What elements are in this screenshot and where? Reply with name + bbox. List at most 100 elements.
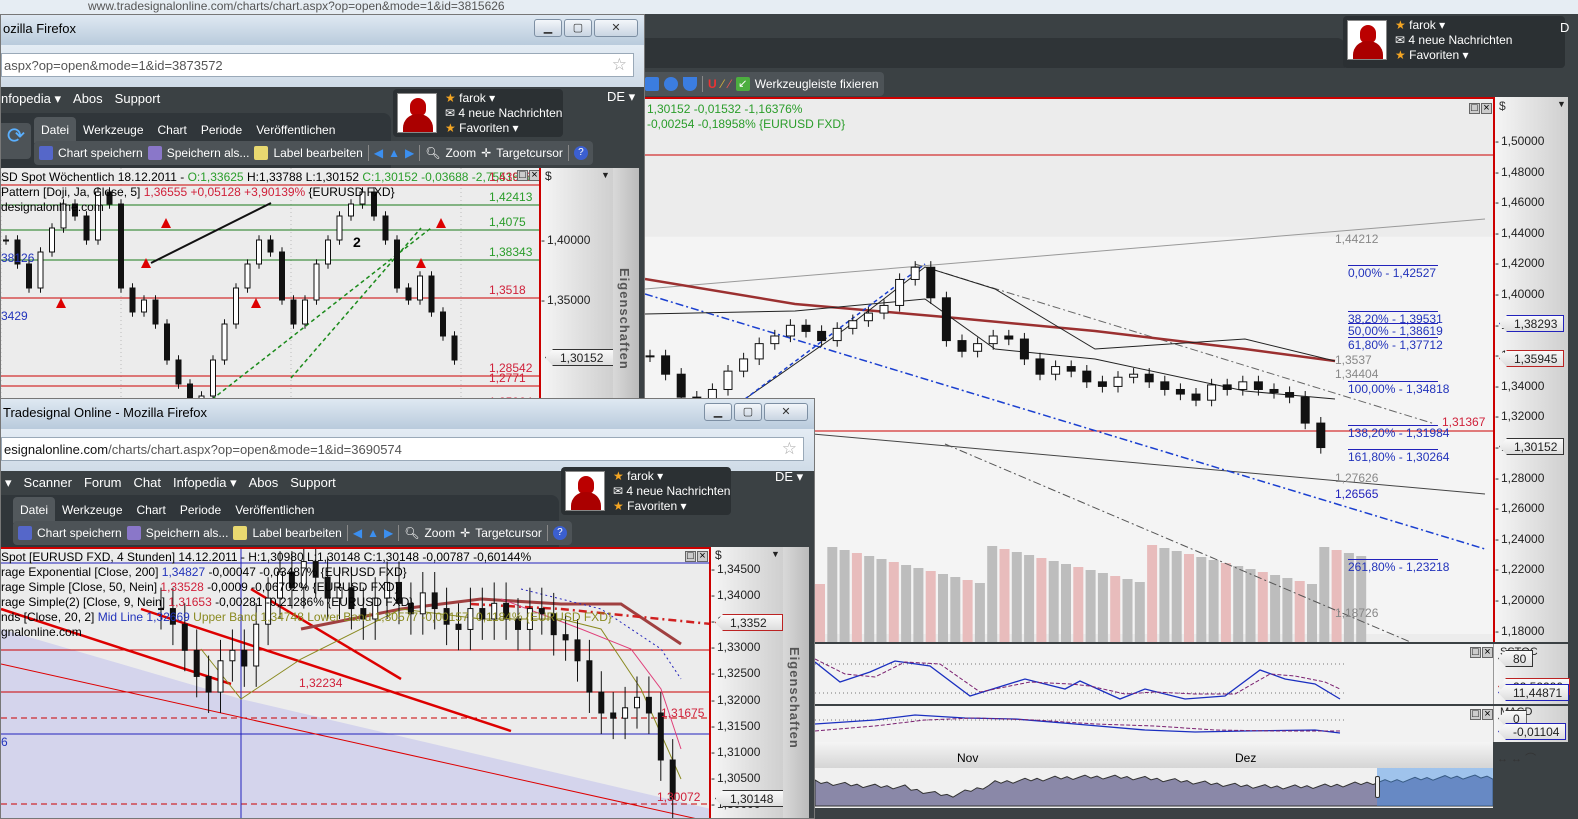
minimize-button[interactable]: ▁ bbox=[534, 19, 562, 37]
help-icon[interactable]: ? bbox=[573, 146, 588, 160]
save-as-button[interactable]: Speichern als... bbox=[146, 526, 229, 540]
axis-dropdown-icon[interactable]: ▼ bbox=[771, 549, 780, 559]
close-pane-button[interactable]: × bbox=[1482, 709, 1493, 720]
favorites-menu[interactable]: Favoriten bbox=[1409, 48, 1459, 62]
tab-chart[interactable]: Chart bbox=[151, 117, 194, 143]
axis-dropdown-icon[interactable]: ▼ bbox=[1557, 99, 1566, 109]
user-menu[interactable]: farok bbox=[627, 469, 654, 483]
language-select[interactable]: DE ▾ bbox=[775, 469, 803, 485]
pin-icon[interactable]: ↙ bbox=[735, 77, 750, 91]
close-pane-button[interactable]: × bbox=[1481, 103, 1492, 114]
weekly-price-axis[interactable]: $▼ 1,40000 1,35000 1,30152 bbox=[541, 168, 615, 399]
language-select[interactable]: D bbox=[1560, 20, 1569, 35]
home-arrow-icon[interactable]: ▲ bbox=[367, 526, 379, 540]
bookmark-star-icon[interactable]: ☆ bbox=[612, 55, 627, 75]
zoom-icon: 🔍︎ bbox=[425, 146, 441, 160]
zoom-button[interactable]: Zoom bbox=[445, 146, 476, 160]
axis-tick: 1,35000 bbox=[541, 293, 590, 307]
maximize-pane-button[interactable]: □ bbox=[1470, 647, 1481, 658]
delete-drawing-icon[interactable]: ⁄ bbox=[729, 77, 731, 91]
avatar[interactable] bbox=[565, 471, 605, 511]
maximize-button[interactable]: ▢ bbox=[734, 403, 762, 421]
maximize-pane-button[interactable]: □ bbox=[685, 551, 696, 562]
navigator-scrollbar[interactable] bbox=[815, 768, 1493, 808]
forward-arrow-icon[interactable]: ▶ bbox=[384, 526, 393, 540]
url-input[interactable]: esignalonline.com/charts/chart.aspx?op=o… bbox=[1, 437, 804, 461]
close-button[interactable]: ✕ bbox=[594, 19, 638, 37]
maximize-pane-button[interactable]: □ bbox=[1470, 709, 1481, 720]
back-arrow-icon[interactable]: ◀ bbox=[374, 146, 383, 160]
axis-dropdown-icon[interactable]: ▼ bbox=[601, 170, 610, 180]
navigator-handle[interactable] bbox=[1375, 776, 1380, 798]
save-chart-button[interactable]: Chart speichern bbox=[37, 526, 122, 540]
save-icon bbox=[39, 146, 53, 160]
edit-label-button[interactable]: Label bearbeiten bbox=[273, 146, 362, 160]
tab-periode[interactable]: Periode bbox=[173, 497, 228, 523]
close-pane-button[interactable]: × bbox=[1482, 647, 1493, 658]
minimize-button[interactable]: ▁ bbox=[704, 403, 732, 421]
save-as-button[interactable]: Speichern als... bbox=[167, 146, 250, 160]
axis-tick: 1,33000 bbox=[711, 640, 760, 654]
tab-datei[interactable]: Datei bbox=[13, 497, 56, 523]
navigator-selection[interactable] bbox=[1377, 768, 1493, 806]
targetcursor-button[interactable]: Targetcursor bbox=[496, 146, 563, 160]
help-icon[interactable]: ? bbox=[552, 526, 567, 540]
4h-price-axis[interactable]: $▼ 1,345001,340001,335001,330001,325001,… bbox=[711, 547, 785, 818]
rect-tool-icon[interactable] bbox=[645, 77, 659, 91]
edit-label-button[interactable]: Label bearbeiten bbox=[252, 526, 341, 540]
close-button[interactable]: ✕ bbox=[764, 403, 808, 421]
save-chart-button[interactable]: Chart speichern bbox=[58, 146, 143, 160]
favorites-menu[interactable]: Favoriten bbox=[627, 499, 677, 513]
candle bbox=[926, 266, 936, 299]
stochastic-pane[interactable]: □ × bbox=[815, 644, 1493, 704]
4h-chart[interactable]: Spot [EURUSD FXD, 4 Stunden] 14.12.2011 … bbox=[1, 547, 711, 818]
window-titlebar[interactable]: ozilla Firefox ▁ ▢ ✕ bbox=[1, 15, 644, 45]
url-input[interactable]: aspx?op=open&mode=1&id=3873572 ☆ bbox=[1, 53, 634, 77]
properties-sidebar[interactable]: Eigenschaften bbox=[783, 547, 809, 818]
properties-sidebar[interactable]: Eigenschaften bbox=[613, 168, 639, 399]
zoom-button[interactable]: Zoom bbox=[424, 526, 455, 540]
maximize-button[interactable]: ▢ bbox=[564, 19, 592, 37]
tab-periode[interactable]: Periode bbox=[194, 117, 249, 143]
avatar[interactable] bbox=[1347, 20, 1387, 60]
bookmark-star-icon[interactable]: ☆ bbox=[782, 439, 797, 459]
fix-toolbar-button[interactable]: Werkzeugleiste fixieren bbox=[755, 77, 879, 91]
refresh-icon[interactable]: ⟳ bbox=[1, 123, 31, 159]
forward-arrow-icon[interactable]: ▶ bbox=[405, 146, 414, 160]
volume-bar bbox=[1159, 548, 1170, 642]
maximize-pane-button[interactable]: □ bbox=[1469, 103, 1480, 114]
window-titlebar[interactable]: Tradesignal Online - Mozilla Firefox ▁ ▢ ✕ bbox=[1, 399, 814, 429]
language-select[interactable]: DE ▾ bbox=[607, 89, 635, 105]
messages-link[interactable]: 4 neue Nachrichten bbox=[626, 484, 730, 498]
magnet-icon[interactable]: U bbox=[708, 77, 717, 91]
bg-price-axis[interactable]: $ ▼ 1,50000 1,48000 1,46000 1,44000 1,42000 1… bbox=[1493, 97, 1568, 642]
tab-werkzeuge[interactable]: Werkzeuge bbox=[76, 117, 150, 143]
user-menu[interactable]: farok bbox=[1409, 18, 1436, 32]
back-arrow-icon[interactable]: ◀ bbox=[353, 526, 362, 540]
tab-chart[interactable]: Chart bbox=[130, 497, 173, 523]
candle bbox=[118, 203, 124, 289]
user-menu[interactable]: farok bbox=[459, 91, 486, 105]
messages-link[interactable]: 4 neue Nachrichten bbox=[458, 106, 562, 120]
messages-link[interactable]: 4 neue Nachrichten bbox=[1408, 33, 1512, 47]
ellipse-tool-icon[interactable] bbox=[664, 77, 678, 91]
tab-veroeffentlichen[interactable]: Veröffentlichen bbox=[228, 497, 321, 523]
bg-address-strip[interactable]: www.tradesignalonline.com/charts/chart.a… bbox=[0, 0, 1578, 14]
tab-datei[interactable]: Datei bbox=[34, 117, 77, 143]
targetcursor-button[interactable]: Targetcursor bbox=[475, 526, 542, 540]
weekly-chart[interactable]: SD Spot Wöchentlich 18.12.2011 - O:1,336… bbox=[1, 168, 541, 399]
bg-url-text[interactable]: www.tradesignalonline.com/charts/chart.a… bbox=[88, 0, 505, 13]
arc-tool-icon[interactable] bbox=[683, 77, 697, 91]
favorites-menu[interactable]: Favoriten bbox=[459, 121, 509, 135]
tab-veroeffentlichen[interactable]: Veröffentlichen bbox=[249, 117, 342, 143]
close-pane-button[interactable]: × bbox=[529, 170, 539, 181]
macd-pane[interactable]: □ × bbox=[815, 706, 1493, 742]
home-arrow-icon[interactable]: ▲ bbox=[388, 146, 400, 160]
level-label: 1,27626 bbox=[1335, 471, 1379, 485]
tab-werkzeuge[interactable]: Werkzeuge bbox=[55, 497, 129, 523]
avatar[interactable] bbox=[397, 93, 437, 133]
zoom-controls[interactable]: ↔ ↔ ⌒ bbox=[1497, 750, 1536, 766]
pencil-icon[interactable]: ⁄ bbox=[722, 77, 724, 91]
maximize-pane-button[interactable]: □ bbox=[517, 170, 528, 181]
close-pane-button[interactable]: × bbox=[697, 551, 708, 562]
